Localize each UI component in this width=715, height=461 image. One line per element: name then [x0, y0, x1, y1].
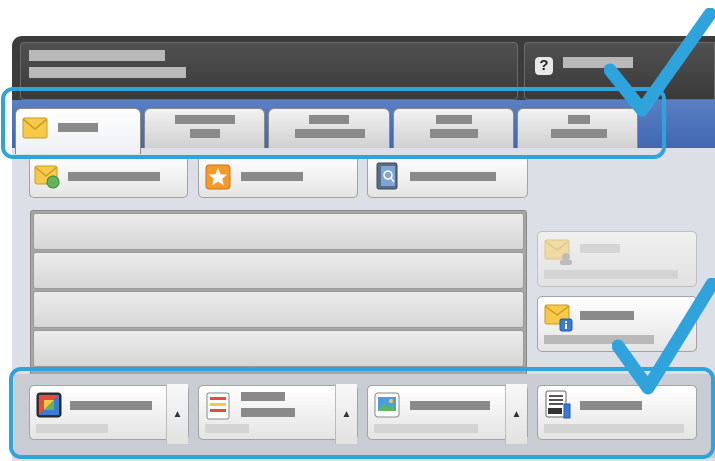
- add-recipient-button[interactable]: [29, 155, 188, 198]
- envelope-info-icon: [544, 304, 573, 332]
- button-label-bar: [580, 244, 620, 253]
- feature-bar-highlight: [9, 367, 715, 459]
- envelope-gear-icon: [34, 165, 60, 189]
- address-book-button[interactable]: [367, 155, 528, 198]
- list-item[interactable]: [33, 252, 524, 289]
- check-mark-icon: [604, 8, 715, 117]
- address-book-icon: [376, 162, 398, 190]
- list-item[interactable]: [33, 213, 524, 250]
- question-mark-icon: ?: [535, 57, 553, 75]
- button-label-bar: [410, 172, 496, 181]
- button-label-bar: [68, 172, 160, 181]
- star-icon: [205, 164, 231, 190]
- header-title-bar: [29, 50, 165, 61]
- recipient-list: [30, 210, 527, 376]
- favorites-button[interactable]: [198, 155, 358, 198]
- list-item[interactable]: [33, 330, 524, 367]
- button-label-bar: [241, 172, 303, 181]
- check-mark-icon: [612, 278, 715, 395]
- header-subtitle-bar: [29, 67, 186, 78]
- list-item[interactable]: [33, 291, 524, 328]
- tabs-highlight: [1, 87, 666, 159]
- envelope-user-icon: [544, 239, 572, 265]
